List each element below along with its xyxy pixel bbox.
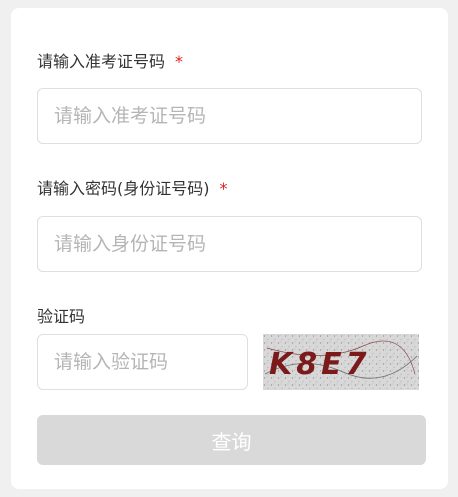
- captcha-label-text: 验证码: [37, 307, 86, 326]
- login-card: 请输入准考证号码 * 请输入密码(身份证号码) * 验证码 K8E7 查询: [11, 8, 448, 489]
- captcha-image[interactable]: K8E7: [263, 334, 419, 390]
- query-button[interactable]: 查询: [37, 415, 426, 465]
- password-label: 请输入密码(身份证号码) *: [37, 179, 228, 199]
- captcha-graphic: K8E7: [263, 334, 419, 390]
- password-input[interactable]: [37, 216, 422, 272]
- captcha-text: K8E7: [269, 347, 371, 382]
- exam-no-input[interactable]: [37, 88, 422, 144]
- password-label-text: 请输入密码(身份证号码): [37, 179, 210, 198]
- captcha-label: 验证码: [37, 307, 85, 327]
- exam-no-label: 请输入准考证号码 *: [37, 52, 183, 72]
- exam-no-label-text: 请输入准考证号码: [37, 52, 166, 71]
- exam-no-required-mark: *: [175, 52, 184, 71]
- captcha-input[interactable]: [37, 334, 248, 390]
- password-required-mark: *: [219, 179, 228, 198]
